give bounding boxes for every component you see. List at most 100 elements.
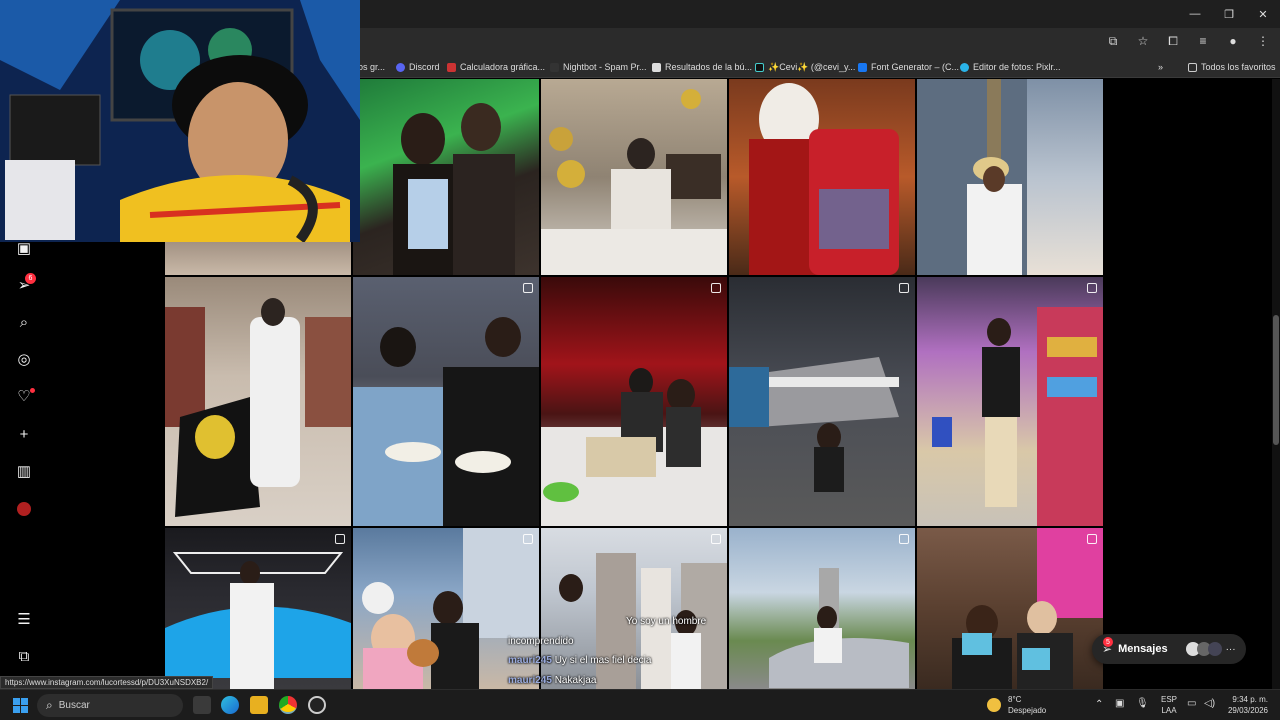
post-image (917, 79, 1027, 275)
bookmark-item[interactable]: Discord (396, 60, 440, 74)
more-menu-icon[interactable]: ☰ (14, 609, 34, 629)
task-view-icon[interactable] (193, 696, 211, 714)
post-image (952, 528, 1103, 689)
post-image (165, 552, 351, 689)
all-bookmarks[interactable]: Todos los favoritos (1188, 60, 1276, 74)
weather-icon[interactable] (987, 698, 1001, 712)
bookmark-item[interactable]: Font Generator – (C... (858, 60, 959, 74)
tray-app-icon[interactable]: ▣ (1115, 698, 1124, 709)
more-icon: ··· (1225, 643, 1236, 655)
post-image (353, 317, 539, 526)
post-thumbnail[interactable] (541, 277, 727, 526)
post-image (541, 368, 727, 526)
post-image (932, 307, 1103, 526)
post-thumbnail[interactable] (541, 79, 727, 275)
clip-icon (1087, 283, 1097, 293)
clip-icon (899, 283, 909, 293)
clip-icon (523, 534, 533, 544)
explore-icon[interactable]: ◎ (14, 349, 34, 369)
clock[interactable]: 9:34 p. m. 29/03/2026 (1224, 694, 1268, 716)
windows-start-icon[interactable] (13, 698, 28, 713)
chat-message: mauri245 Uy si el mas fiel decia (508, 655, 652, 666)
discord-icon (396, 62, 405, 72)
profile-avatar[interactable] (14, 499, 34, 519)
post-image (769, 568, 909, 688)
post-image (749, 83, 899, 275)
file-explorer-icon[interactable] (250, 696, 268, 714)
minimize-icon[interactable]: — (1178, 0, 1212, 28)
create-icon[interactable]: + (14, 424, 34, 444)
folder-icon (1188, 62, 1197, 72)
taskbar-search[interactable]: ⌕ Buscar (37, 694, 183, 717)
post-thumbnail[interactable] (165, 528, 351, 689)
windows-taskbar: ⌕ Buscar 8°C Despejado ⌃ ▣ 🎙 ESP LAA ▭ ◁… (0, 689, 1280, 720)
also-from-meta-icon[interactable]: ⧉ (14, 646, 34, 666)
chevron-right-icon[interactable]: » (1158, 60, 1163, 74)
clip-icon (335, 534, 345, 544)
post-thumbnail[interactable] (353, 277, 539, 526)
restore-icon[interactable]: ❐ (1212, 0, 1246, 28)
chrome-icon[interactable] (279, 696, 297, 714)
obs-icon[interactable] (308, 696, 326, 714)
chat-message: Yo soy un hombre (626, 616, 707, 627)
language-indicator[interactable]: ESP LAA (1161, 694, 1177, 716)
search-result-icon (652, 62, 661, 72)
clip-icon (523, 283, 533, 293)
weather-widget[interactable]: 8°C Despejado (1008, 694, 1046, 716)
post-thumbnail[interactable] (917, 79, 1103, 275)
post-image (165, 298, 351, 517)
star-icon[interactable]: ☆ (1134, 32, 1152, 50)
post-image (729, 357, 899, 492)
nightbot-icon (550, 62, 559, 72)
bookmark-item[interactable]: os gr... (358, 60, 385, 74)
messages-button[interactable]: ➢ Mensajes ··· (1092, 634, 1246, 664)
clip-icon (711, 283, 721, 293)
post-thumbnail[interactable] (729, 277, 915, 526)
post-thumbnail[interactable] (165, 277, 351, 526)
post-thumbnail[interactable] (917, 528, 1103, 689)
bookmark-item[interactable]: Editor de fotos: Pixlr... (960, 60, 1061, 74)
clip-icon (711, 534, 721, 544)
chat-message: incomprendido (508, 635, 574, 647)
menu-icon[interactable]: ⋮ (1254, 32, 1272, 50)
avatar (1207, 642, 1222, 656)
post-thumbnail[interactable] (729, 79, 915, 275)
clip-icon (899, 534, 909, 544)
status-bar-url: https://www.instagram.com/lucortessd/p/D… (0, 676, 214, 689)
activity-dot (30, 388, 35, 393)
post-image (393, 103, 515, 275)
post-thumbnail[interactable] (917, 277, 1103, 526)
volume-icon[interactable]: ◁) (1204, 698, 1215, 709)
font-icon (858, 62, 867, 72)
webcam-image (0, 0, 360, 242)
bookmark-item[interactable]: Nightbot - Spam Pr... (550, 60, 647, 74)
bookmark-item[interactable]: Calculadora gráfica... (447, 60, 545, 74)
edge-icon[interactable] (221, 696, 239, 714)
profile-icon[interactable]: ● (1224, 32, 1242, 50)
stream-chat-overlay: Yo soy un hombre incomprendido mauri245 … (508, 612, 728, 690)
chat-message: mauri245 Nakakjaa (508, 674, 597, 686)
extensions-icon[interactable]: ⧠ (1164, 32, 1182, 50)
webcam-overlay (0, 0, 360, 242)
messages-badge: 5 (1103, 637, 1113, 647)
bookmark-item[interactable]: ✨Cevi✨ (@cevi_y... (755, 60, 855, 74)
notification-badge: 6 (25, 273, 36, 284)
close-icon[interactable]: ✕ (1246, 0, 1280, 28)
chevron-up-icon[interactable]: ⌃ (1095, 699, 1103, 710)
install-app-icon[interactable]: ⧉ (1104, 32, 1122, 50)
pixlr-icon (960, 62, 969, 72)
scrollbar-thumb[interactable] (1273, 315, 1279, 445)
screen: — ❐ ✕ ⧉ ☆ ⧠ ≡ ● ⋮ os gr... Discord Calcu… (0, 0, 1280, 720)
dashboard-icon[interactable]: ▥ (14, 461, 34, 481)
post-thumbnail[interactable] (729, 528, 915, 689)
bookmark-item[interactable]: Resultados de la bú... (652, 60, 752, 74)
search-icon[interactable]: ⌕ (14, 312, 34, 332)
media-icon[interactable]: ≡ (1194, 32, 1212, 50)
calculator-icon (447, 62, 456, 72)
network-icon[interactable]: ▭ (1187, 698, 1196, 709)
clip-icon (1087, 534, 1097, 544)
tiktok-icon (755, 62, 764, 72)
post-thumbnail[interactable] (353, 79, 539, 275)
microphone-icon[interactable]: 🎙 (1136, 698, 1149, 709)
post-image (541, 89, 727, 275)
